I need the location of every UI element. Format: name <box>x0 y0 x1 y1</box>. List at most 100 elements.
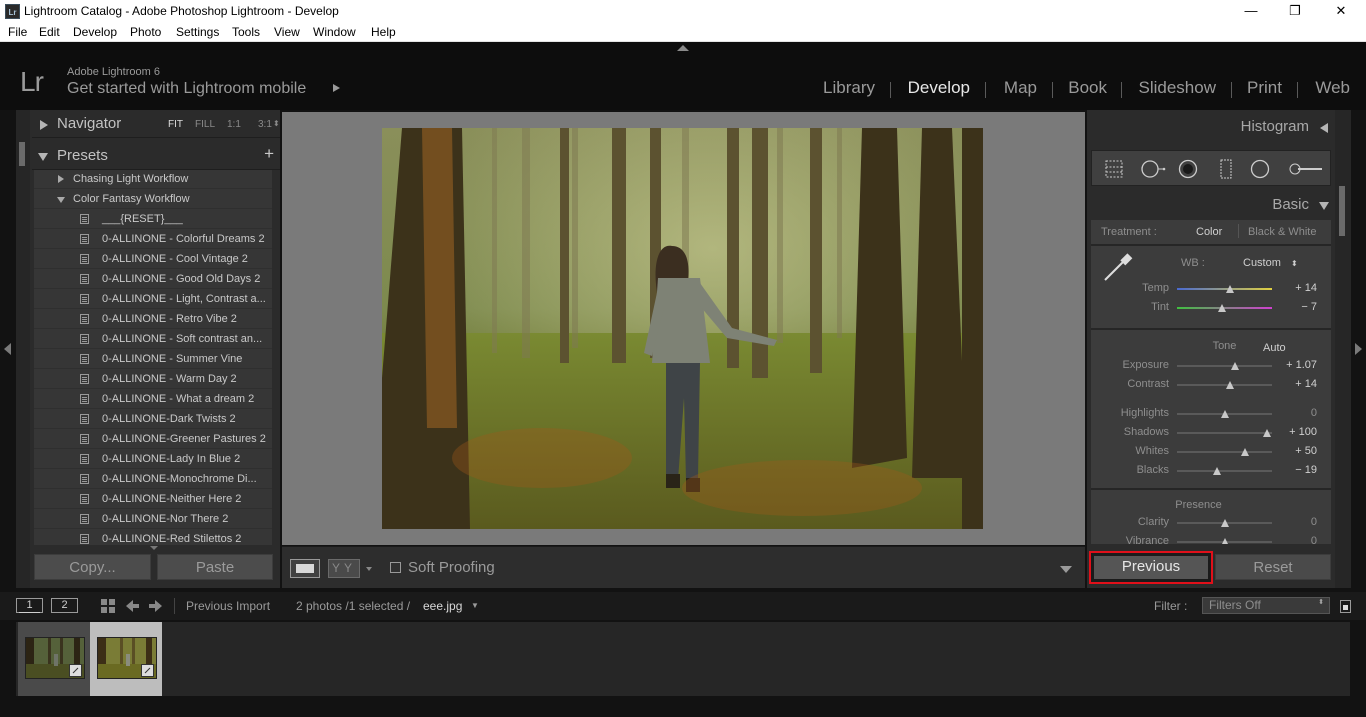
loupe-view-icon[interactable] <box>290 559 320 578</box>
slider-thumb-vibrance[interactable] <box>1220 538 1229 544</box>
slider-thumb-exposure[interactable] <box>1230 362 1239 370</box>
list-scroll-down-icon[interactable] <box>150 546 158 550</box>
add-preset-icon[interactable]: + <box>264 144 274 164</box>
filmstrip-thumbnail[interactable] <box>18 622 90 696</box>
slider-value-tint[interactable]: − 7 <box>1301 301 1317 313</box>
zoom-ratio-dropdown[interactable]: ⬍ <box>273 119 280 128</box>
slider-value-exposure[interactable]: + 1.07 <box>1286 359 1317 371</box>
slider-thumb-clarity[interactable] <box>1220 519 1229 527</box>
preset-item[interactable]: 0-ALLINONE-Lady In Blue 2 <box>34 449 272 469</box>
slider-thumb-temp[interactable] <box>1226 285 1235 293</box>
module-slideshow[interactable]: Slideshow <box>1139 78 1217 98</box>
slider-value-shadows[interactable]: + 100 <box>1289 426 1317 438</box>
basic-header[interactable]: Basic <box>1087 190 1335 220</box>
collapse-top-panel-icon[interactable] <box>677 45 689 51</box>
spot-removal-icon[interactable] <box>1140 159 1166 179</box>
slider-track-whites[interactable] <box>1177 451 1272 453</box>
module-library[interactable]: Library <box>823 78 875 98</box>
preset-item[interactable]: 0-ALLINONE - Retro Vibe 2 <box>34 309 272 329</box>
before-after-button[interactable]: YY <box>328 559 360 578</box>
presets-header[interactable]: Presets + <box>32 142 280 170</box>
filter-lock-icon[interactable] <box>1340 600 1351 613</box>
slider-thumb-whites[interactable] <box>1241 448 1250 456</box>
auto-tone-button[interactable]: Auto <box>1263 342 1286 354</box>
menu-view[interactable]: View <box>274 25 300 39</box>
preset-item[interactable]: 0-ALLINONE-Red Stilettos 2 <box>34 529 272 545</box>
slider-track-exposure[interactable] <box>1177 365 1272 367</box>
menu-file[interactable]: File <box>8 25 27 39</box>
radial-filter-icon[interactable] <box>1250 159 1270 179</box>
collapse-right-panel-icon[interactable] <box>1355 343 1362 355</box>
filmstrip-source[interactable]: Previous Import <box>186 599 270 613</box>
slider-thumb-tint[interactable] <box>1217 304 1226 312</box>
paste-button[interactable]: Paste <box>157 554 273 580</box>
module-print[interactable]: Print <box>1247 78 1282 98</box>
zoom-3-1[interactable]: 3:1 <box>258 119 272 130</box>
slider-track-contrast[interactable] <box>1177 384 1272 386</box>
filter-select[interactable]: Filters Off ⬍ <box>1202 597 1330 614</box>
reset-button[interactable]: Reset <box>1215 554 1331 580</box>
lightroom-mobile-link[interactable]: Get started with Lightroom mobile <box>67 80 306 98</box>
back-arrow-icon[interactable] <box>124 598 140 614</box>
before-after-dropdown-icon[interactable] <box>366 567 372 571</box>
preset-item[interactable]: 0-ALLINONE - What a dream 2 <box>34 389 272 409</box>
preset-item[interactable]: 0-ALLINONE - Warm Day 2 <box>34 369 272 389</box>
slider-track-temp[interactable] <box>1177 288 1272 290</box>
menu-photo[interactable]: Photo <box>130 25 161 39</box>
slider-value-vibrance[interactable]: 0 <box>1311 535 1317 544</box>
preset-item[interactable]: 0-ALLINONE-Monochrome Di... <box>34 469 272 489</box>
slider-track-shadows[interactable] <box>1177 432 1272 434</box>
menu-settings[interactable]: Settings <box>176 25 219 39</box>
preset-item[interactable]: ___{RESET}___ <box>34 209 272 229</box>
scrollbar-thumb[interactable] <box>1339 186 1345 236</box>
module-book[interactable]: Book <box>1068 78 1107 98</box>
secondary-window-button[interactable]: 2 <box>51 598 78 613</box>
preset-folder[interactable]: Chasing Light Workflow <box>34 170 272 189</box>
menu-help[interactable]: Help <box>371 25 396 39</box>
slider-thumb-highlights[interactable] <box>1220 410 1229 418</box>
wb-dropdown-arrows[interactable]: ⬍ <box>1291 259 1298 268</box>
zoom-1-1[interactable]: 1:1 <box>227 119 241 130</box>
adjustment-brush-icon[interactable] <box>1288 159 1324 179</box>
scrollbar-thumb[interactable] <box>19 142 25 166</box>
slider-value-temp[interactable]: + 14 <box>1295 282 1317 294</box>
preset-item[interactable]: 0-ALLINONE - Good Old Days 2 <box>34 269 272 289</box>
menu-develop[interactable]: Develop <box>73 25 117 39</box>
forward-arrow-icon[interactable] <box>148 598 164 614</box>
right-panel-scrollbar[interactable] <box>1335 110 1351 588</box>
preset-item[interactable]: 0-ALLINONE-Nor There 2 <box>34 509 272 529</box>
close-button[interactable]: ✕ <box>1318 0 1364 23</box>
slider-value-contrast[interactable]: + 14 <box>1295 378 1317 390</box>
maximize-button[interactable]: ❐ <box>1272 0 1318 23</box>
copy-button[interactable]: Copy... <box>34 554 151 580</box>
zoom-fill[interactable]: FILL <box>195 119 215 130</box>
preset-item[interactable]: 0-ALLINONE - Light, Contrast a... <box>34 289 272 309</box>
preset-folder[interactable]: Color Fantasy Workflow <box>34 189 272 209</box>
previous-button[interactable]: Previous <box>1094 556 1208 579</box>
histogram-header[interactable]: Histogram <box>1087 112 1335 142</box>
left-panel-scrollbar[interactable] <box>16 110 30 588</box>
slider-value-clarity[interactable]: 0 <box>1311 516 1317 528</box>
slider-thumb-contrast[interactable] <box>1226 381 1235 389</box>
slider-thumb-blacks[interactable] <box>1212 467 1221 475</box>
main-window-button[interactable]: 1 <box>16 598 43 613</box>
crop-overlay-icon[interactable] <box>1104 159 1124 179</box>
selected-filename[interactable]: eee.jpg <box>423 599 462 613</box>
preset-item[interactable]: 0-ALLINONE-Neither Here 2 <box>34 489 272 509</box>
grid-view-icon[interactable] <box>100 598 116 614</box>
main-photo[interactable] <box>382 128 983 529</box>
graduated-filter-icon[interactable] <box>1216 159 1236 179</box>
treatment-black-white[interactable]: Black & White <box>1248 226 1316 238</box>
zoom-fit[interactable]: FIT <box>168 119 183 130</box>
preset-item[interactable]: 0-ALLINONE-Greener Pastures 2 <box>34 429 272 449</box>
module-web[interactable]: Web <box>1315 78 1350 98</box>
slider-value-blacks[interactable]: − 19 <box>1295 464 1317 476</box>
menu-window[interactable]: Window <box>313 25 356 39</box>
preset-item[interactable]: 0-ALLINONE-Dark Twists 2 <box>34 409 272 429</box>
wb-preset-select[interactable]: Custom <box>1243 257 1281 269</box>
soft-proofing-checkbox[interactable] <box>390 562 401 573</box>
slider-value-whites[interactable]: + 50 <box>1295 445 1317 457</box>
collapse-left-panel-icon[interactable] <box>4 343 11 355</box>
treatment-color[interactable]: Color <box>1196 226 1222 238</box>
minimize-button[interactable]: — <box>1228 0 1274 23</box>
